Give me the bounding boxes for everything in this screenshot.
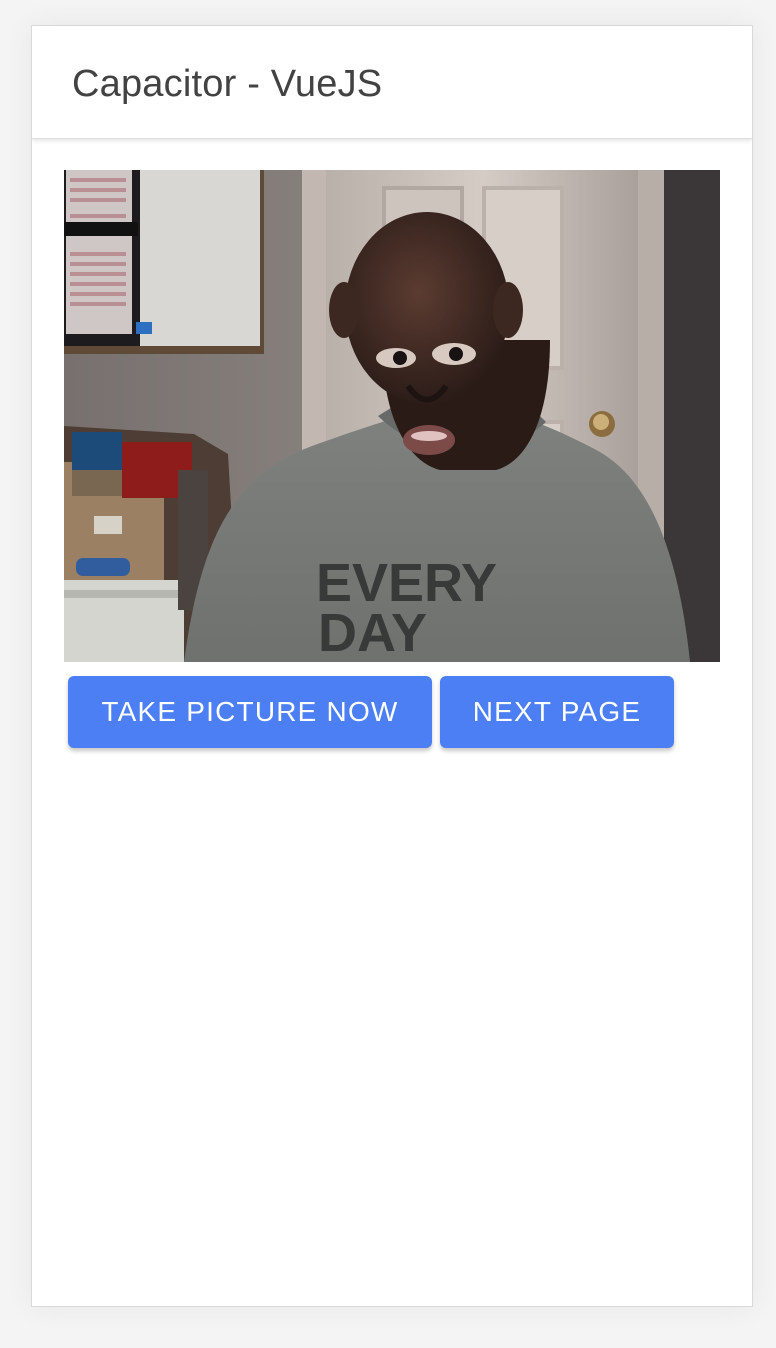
app-window: Capacitor - VueJS EVERY DAY TAKE PICTURE… (31, 25, 753, 1307)
take-picture-button[interactable]: TAKE PICTURE NOW (68, 676, 432, 748)
page-content: EVERY DAY TAKE PICTURE NOW NEXT PAGE (32, 139, 752, 1306)
captured-photo-image: EVERY DAY (64, 170, 720, 662)
app-toolbar: Capacitor - VueJS (32, 26, 752, 139)
svg-text:DAY: DAY (318, 603, 427, 662)
page-title: Capacitor - VueJS (72, 63, 383, 105)
next-page-button[interactable]: NEXT PAGE (440, 676, 674, 748)
captured-photo: EVERY DAY (64, 170, 720, 662)
